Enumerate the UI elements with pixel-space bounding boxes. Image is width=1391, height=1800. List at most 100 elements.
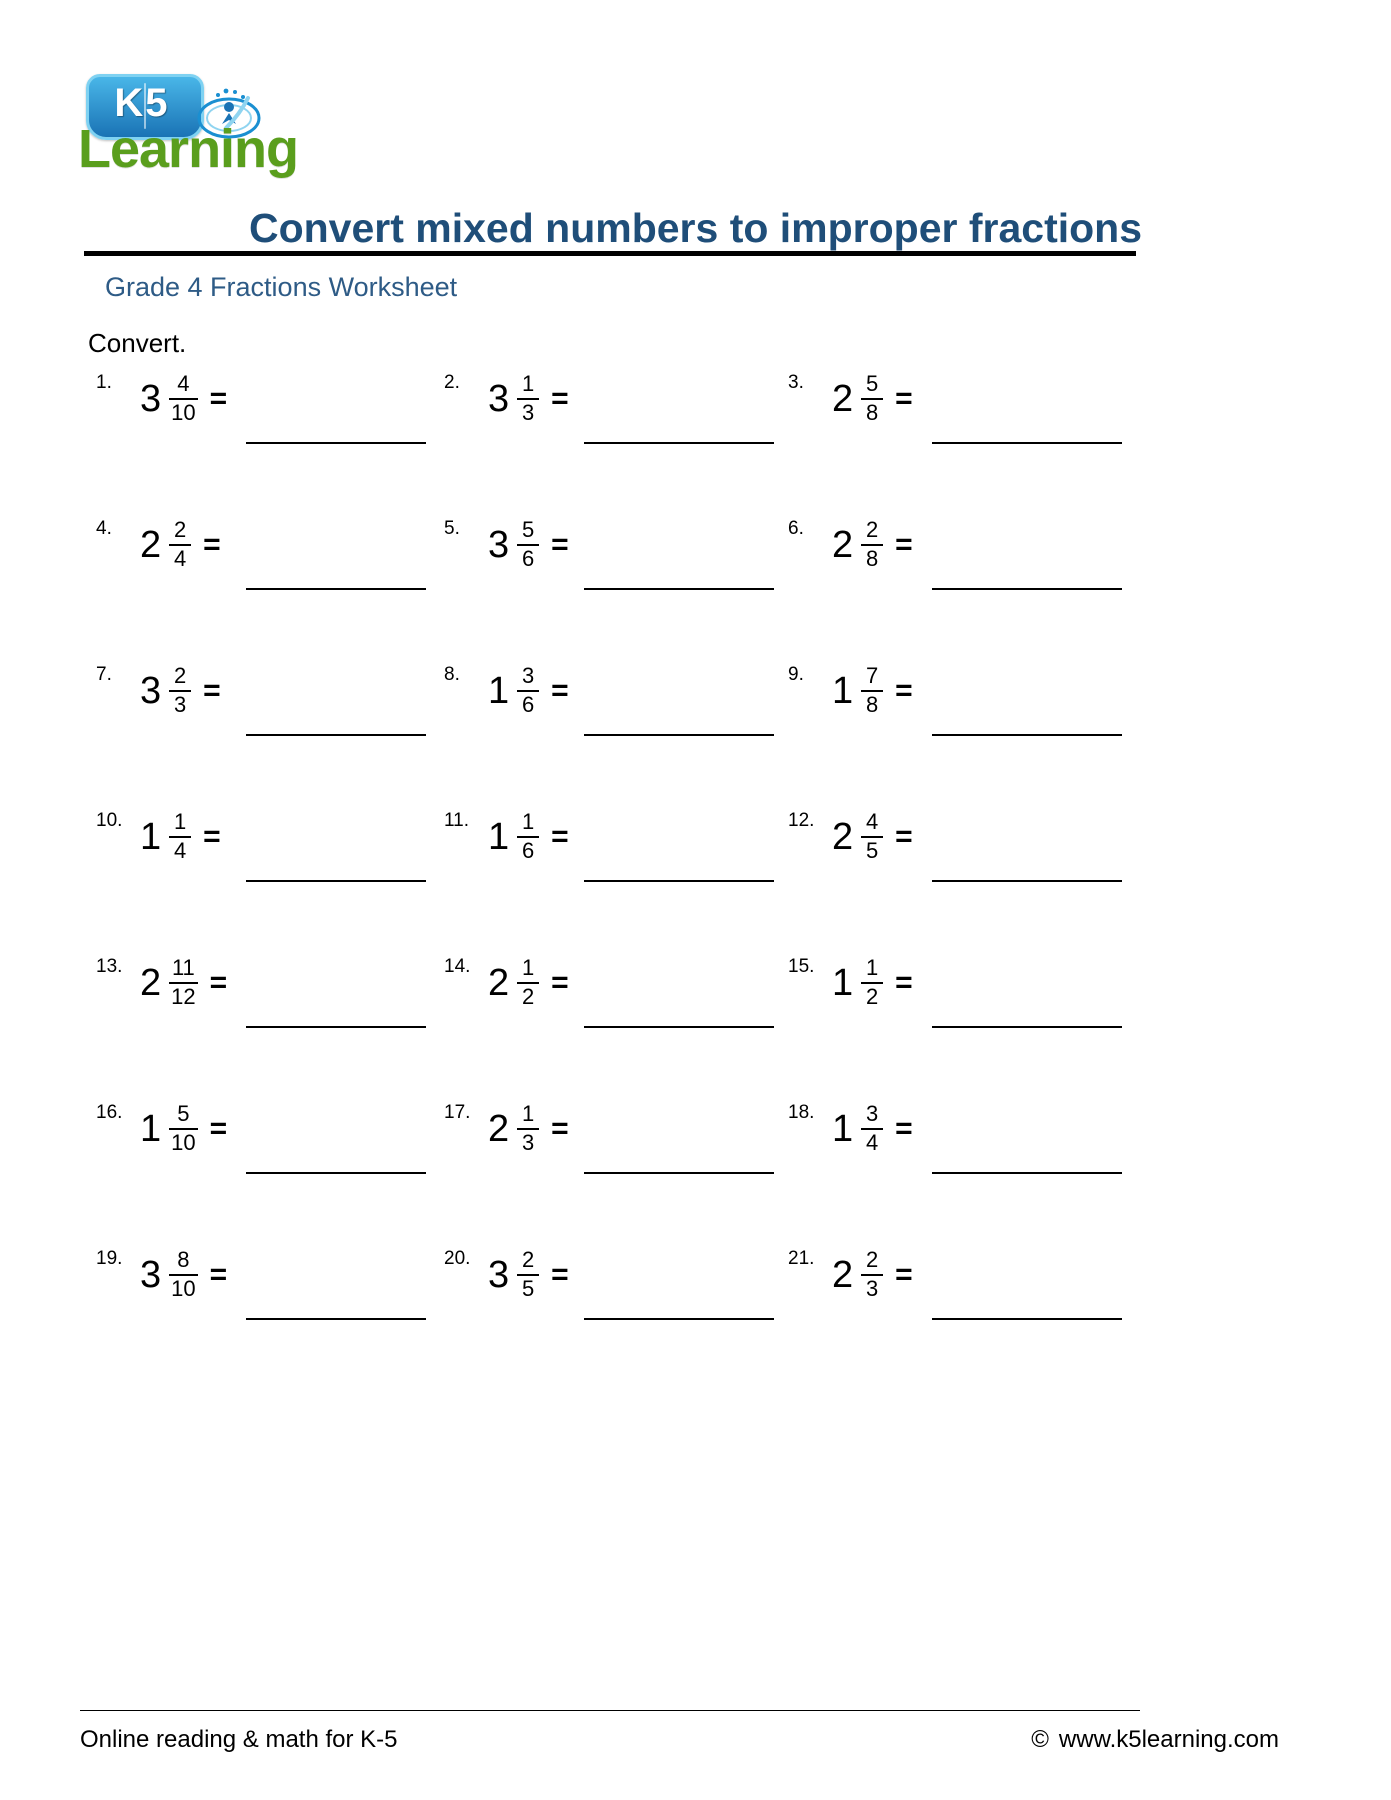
- mixed-number-expression: 1 1 6 =: [488, 806, 569, 868]
- problem-number: 12.: [788, 810, 815, 831]
- numerator: 2: [174, 517, 187, 543]
- denominator: 5: [522, 1276, 535, 1301]
- whole-number: 2: [832, 524, 854, 566]
- fraction: 16: [517, 809, 540, 863]
- equals-sign: =: [551, 674, 569, 707]
- whole-number: 2: [832, 816, 854, 858]
- mixed-number-expression: 2 2 8 =: [832, 514, 913, 576]
- problem-number: 5.: [444, 518, 460, 539]
- whole-number: 1: [832, 670, 854, 712]
- footer-website: www.k5learning.com: [1058, 1726, 1279, 1753]
- mixed-number-expression: 1 1 2 =: [832, 952, 913, 1014]
- fraction: 78: [861, 664, 884, 717]
- problem-row: 16. 1 5 10 = 17. 2 1 3 = 18. 1 3 4 =: [88, 1096, 1148, 1242]
- problem-number: 15.: [788, 956, 815, 977]
- mixed-number-expression: 2 2 3 =: [832, 1244, 913, 1306]
- denominator: 3: [866, 1276, 879, 1301]
- answer-blank[interactable]: [932, 1026, 1122, 1028]
- problem-number: 13.: [96, 956, 123, 977]
- numerator: 5: [522, 517, 535, 543]
- mixed-number-expression: 1 3 4 =: [832, 1098, 913, 1160]
- fraction: 34: [861, 1102, 884, 1155]
- fraction: 45: [861, 810, 884, 863]
- fraction: 13: [517, 1102, 540, 1155]
- fraction: 13: [517, 372, 540, 425]
- problem-item: 21. 2 2 3 =: [780, 1242, 1130, 1382]
- problem-number: 16.: [96, 1102, 123, 1123]
- whole-number: 1: [140, 816, 162, 858]
- numerator: 5: [866, 371, 879, 397]
- answer-blank[interactable]: [932, 442, 1122, 444]
- denominator: 2: [866, 984, 879, 1009]
- denominator: 2: [522, 984, 535, 1009]
- copyright-symbol: ©: [1031, 1726, 1049, 1753]
- problem-number: 1.: [96, 372, 112, 393]
- footer-tagline: Online reading & math for K-5: [80, 1726, 398, 1753]
- problem-row: 19. 3 8 10 = 20. 3 2 5 = 21. 2 2 3 =: [88, 1242, 1148, 1388]
- mixed-number-expression: 3 5 6 =: [488, 514, 569, 576]
- problem-number: 20.: [444, 1248, 471, 1269]
- numerator: 5: [177, 1101, 190, 1127]
- answer-blank[interactable]: [584, 442, 774, 444]
- equals-sign: =: [209, 966, 228, 999]
- answer-blank[interactable]: [246, 442, 426, 444]
- whole-number: 3: [488, 524, 510, 566]
- answer-blank[interactable]: [584, 1318, 774, 1320]
- answer-blank[interactable]: [246, 880, 426, 882]
- answer-blank[interactable]: [584, 734, 774, 736]
- equals-sign: =: [895, 1258, 913, 1291]
- answer-blank[interactable]: [584, 880, 774, 882]
- denominator: 10: [171, 1130, 196, 1155]
- fraction: 23: [861, 1248, 884, 1301]
- problem-number: 4.: [96, 518, 112, 539]
- answer-blank[interactable]: [584, 588, 774, 590]
- equals-sign: =: [551, 528, 569, 561]
- answer-blank[interactable]: [246, 1026, 426, 1028]
- fraction: 14: [169, 809, 192, 863]
- equals-sign: =: [551, 382, 569, 415]
- problem-number: 8.: [444, 664, 460, 685]
- problem-item: 20. 3 2 5 =: [436, 1242, 786, 1382]
- answer-blank[interactable]: [246, 1318, 426, 1320]
- equals-sign: =: [895, 966, 913, 999]
- mixed-number-expression: 3 2 5 =: [488, 1244, 569, 1306]
- denominator: 6: [522, 838, 535, 863]
- whole-number: 1: [832, 962, 854, 1004]
- problem-item: 3. 2 5 8 =: [780, 366, 1130, 506]
- answer-blank[interactable]: [584, 1026, 774, 1028]
- answer-blank[interactable]: [584, 1172, 774, 1174]
- fraction: 12: [517, 956, 540, 1009]
- whole-number: 2: [488, 962, 510, 1004]
- answer-blank[interactable]: [932, 1172, 1122, 1174]
- answer-blank[interactable]: [932, 880, 1122, 882]
- logo-wordmark: Learning: [78, 119, 299, 179]
- problem-item: 18. 1 3 4 =: [780, 1096, 1130, 1236]
- answer-blank[interactable]: [246, 588, 426, 590]
- equals-sign: =: [895, 1112, 913, 1145]
- title-divider: [84, 251, 1136, 256]
- fraction: 12: [861, 956, 884, 1009]
- k5-learning-logo: K5 Learning: [78, 68, 328, 179]
- answer-blank[interactable]: [246, 1172, 426, 1174]
- fraction: 5 10: [169, 1101, 198, 1155]
- equals-sign: =: [895, 820, 913, 853]
- problem-number: 9.: [788, 664, 804, 685]
- denominator: 3: [522, 1130, 535, 1155]
- answer-blank[interactable]: [932, 588, 1122, 590]
- fraction: 28: [861, 518, 884, 571]
- numerator: 4: [177, 371, 190, 397]
- equals-sign: =: [203, 820, 221, 853]
- problem-item: 1. 3 4 10 =: [88, 366, 438, 506]
- problem-item: 16. 1 5 10 =: [88, 1096, 438, 1236]
- denominator: 8: [866, 692, 879, 717]
- problem-item: 17. 2 1 3 =: [436, 1096, 786, 1236]
- mixed-number-expression: 3 2 3 =: [140, 660, 221, 722]
- denominator: 8: [866, 546, 879, 571]
- numerator: 1: [522, 809, 535, 835]
- answer-blank[interactable]: [932, 734, 1122, 736]
- page-subtitle: Grade 4 Fractions Worksheet: [105, 272, 458, 302]
- numerator: 1: [174, 809, 187, 835]
- answer-blank[interactable]: [932, 1318, 1122, 1320]
- answer-blank[interactable]: [246, 734, 426, 736]
- problem-grid: 1. 3 4 10 = 2. 3 1 3 = 3. 2 5 8 = 4. 2 2 4 = 5. 3 5 6 = 6. 2 2 8 = 7. 3…: [88, 366, 1148, 1388]
